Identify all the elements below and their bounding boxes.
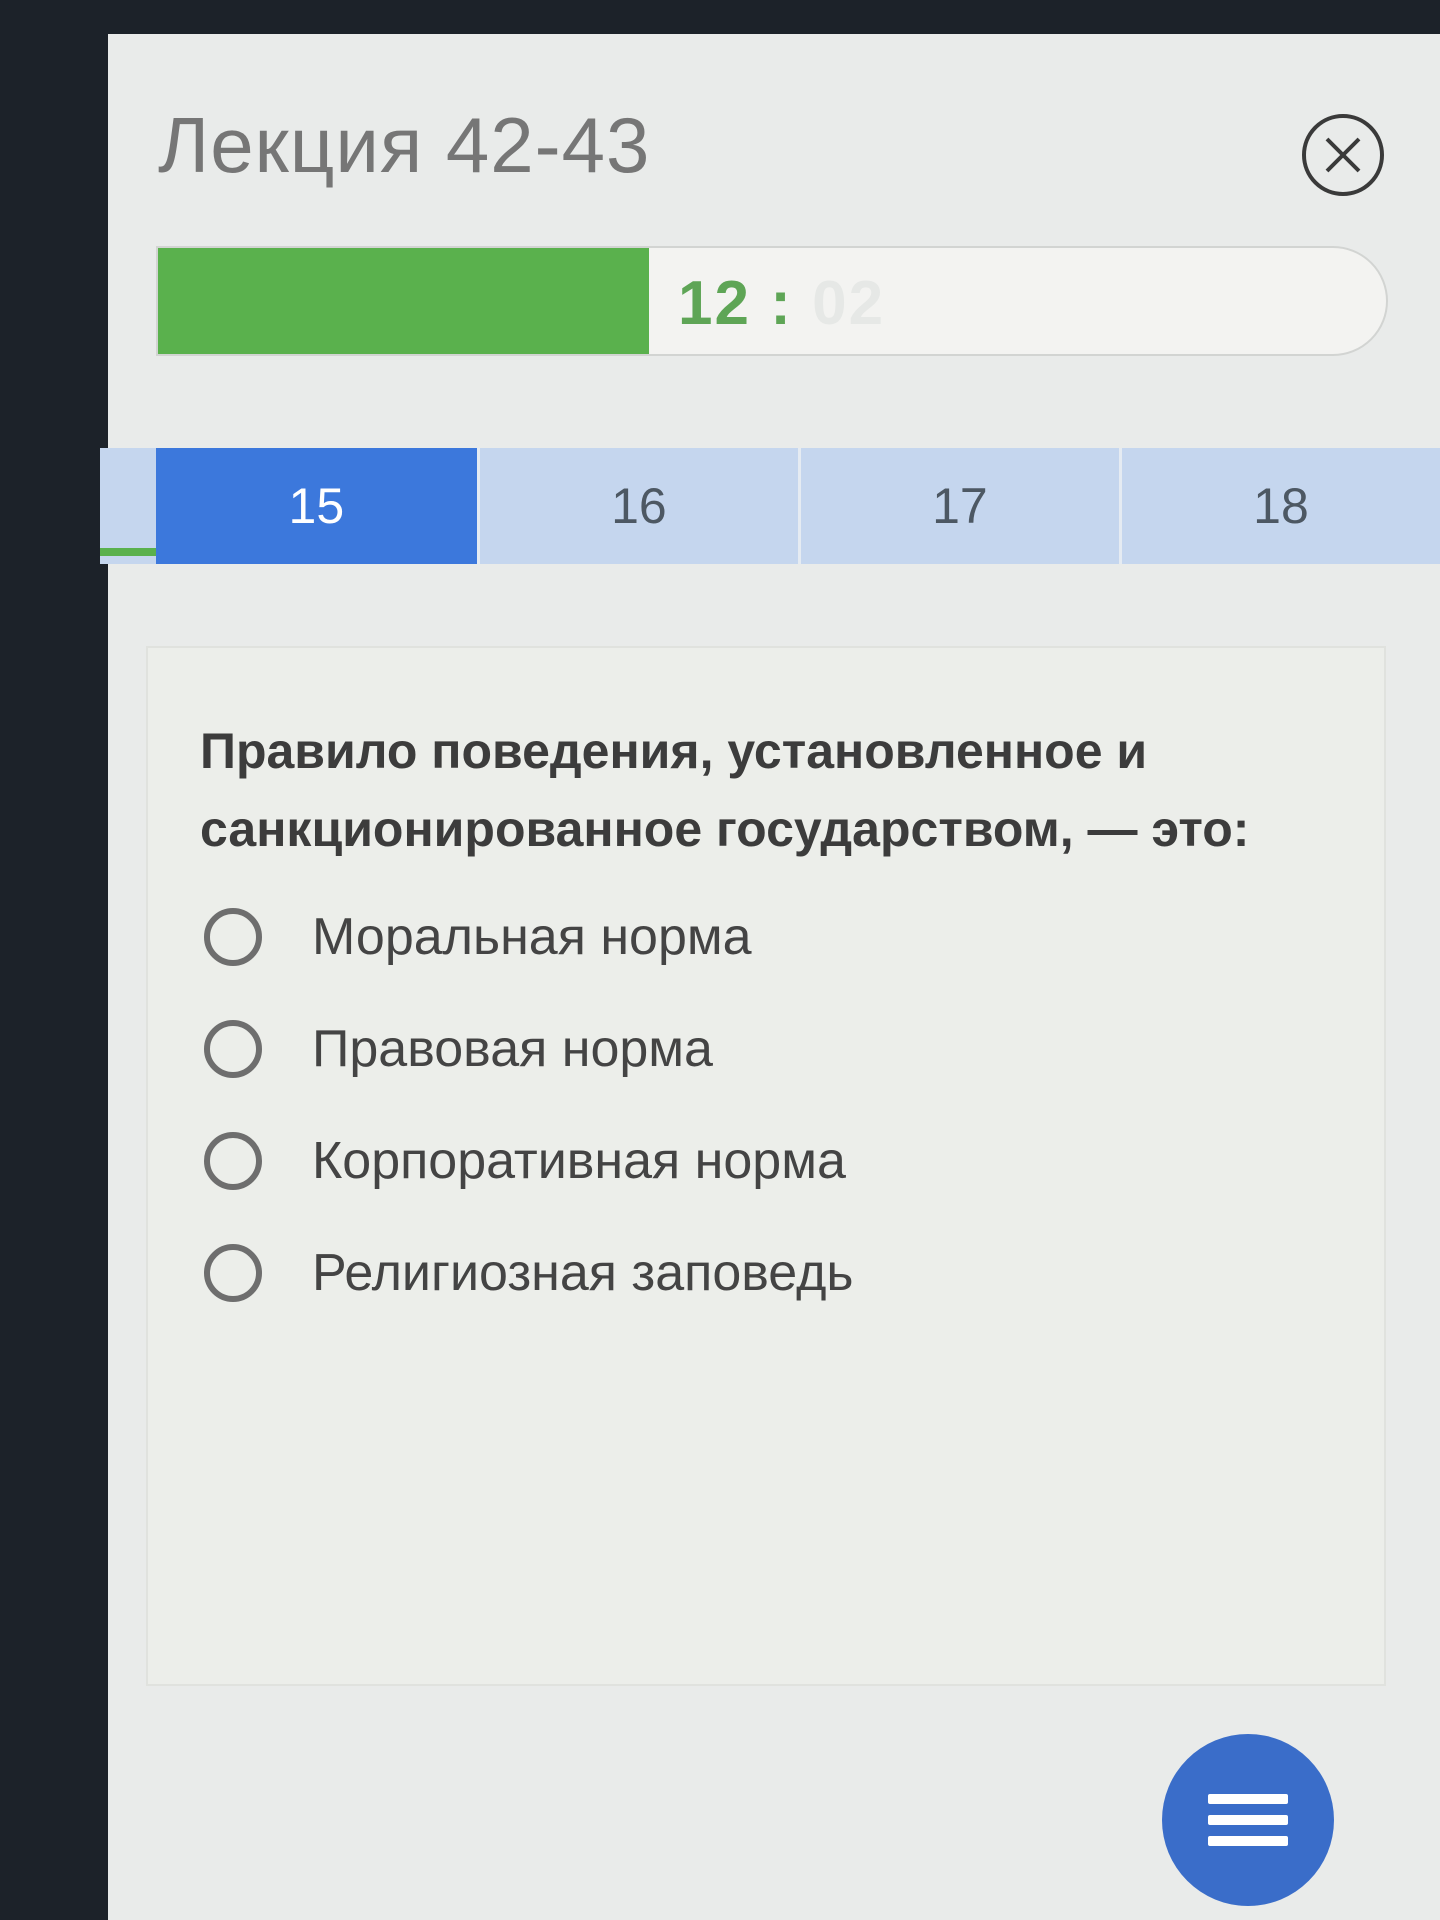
answer-option-2[interactable]: Правовая норма	[204, 1014, 713, 1084]
page-title: Лекция 42-43	[158, 101, 651, 189]
question-tab-previous[interactable]	[100, 448, 156, 564]
question-tab-18[interactable]: 18	[1118, 448, 1440, 564]
radio-button[interactable]	[204, 1244, 262, 1302]
question-card: Правило поведения, установленное и санкц…	[146, 646, 1386, 1686]
timer-separator: :	[770, 269, 793, 338]
radio-button[interactable]	[204, 908, 262, 966]
question-navigation: 15 16 17 18	[100, 448, 1440, 564]
timer-seconds: 02	[812, 269, 886, 338]
answer-option-4[interactable]: Религиозная заповедь	[204, 1238, 854, 1308]
question-tab-15[interactable]: 15	[155, 448, 477, 564]
question-tab-17[interactable]: 17	[797, 448, 1119, 564]
close-button[interactable]	[1302, 114, 1384, 196]
timer-minutes: 12	[678, 269, 751, 338]
timer-progress-bar: 12 : 02	[156, 246, 1388, 356]
answer-option-1[interactable]: Моральная норма	[204, 902, 752, 972]
timer-display: 12 : 02	[678, 268, 885, 339]
menu-button[interactable]	[1162, 1734, 1334, 1906]
answer-option-label: Моральная норма	[312, 908, 752, 966]
question-text: Правило поведения, установленное и санкц…	[200, 723, 1250, 857]
radio-button[interactable]	[204, 1132, 262, 1190]
answer-option-label: Правовая норма	[312, 1020, 713, 1078]
quiz-screen: Лекция 42-43 12 : 02 15 16 17 18 Правило…	[100, 34, 1440, 1920]
answer-option-label: Корпоративная норма	[312, 1132, 846, 1190]
answer-option-label: Религиозная заповедь	[312, 1244, 854, 1302]
timer-progress-fill	[158, 248, 650, 354]
answer-option-3[interactable]: Корпоративная норма	[204, 1126, 846, 1196]
close-icon	[1325, 137, 1361, 173]
question-tab-16[interactable]: 16	[476, 448, 798, 564]
radio-button[interactable]	[204, 1020, 262, 1078]
